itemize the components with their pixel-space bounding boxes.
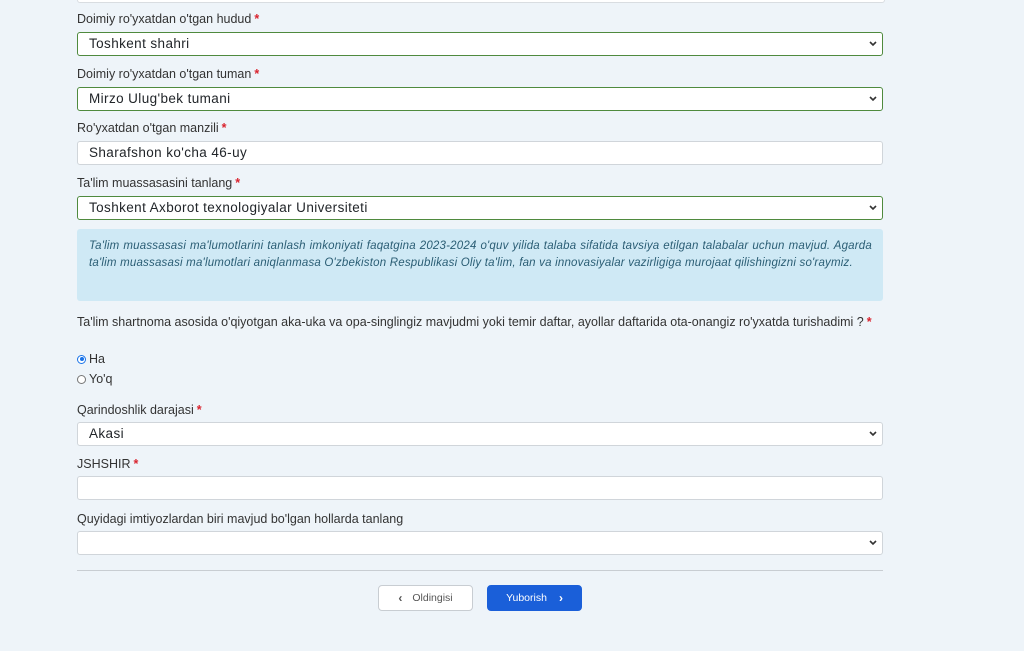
previous-button[interactable]: ‹ Oldingisi	[378, 585, 473, 611]
institution-label: Ta'lim muassasasini tanlang *	[77, 176, 241, 190]
chevron-down-icon	[869, 33, 877, 47]
chevron-right-icon: ›	[558, 591, 563, 605]
radio-option-yes[interactable]: Ha	[77, 352, 105, 366]
district-select[interactable]: Mirzo Ulug'bek tumani	[77, 87, 883, 111]
address-label: Ro'yxatdan o'tgan manzili *	[77, 121, 227, 135]
kinship-label: Qarindoshlik darajasi *	[77, 403, 202, 417]
jshshir-label: JSHSHIR *	[77, 457, 139, 471]
institution-info-alert: Ta'lim muassasasi ma'lumotlarini tanlash…	[77, 229, 883, 301]
region-label: Doimiy ro'yxatdan o'tgan hudud *	[77, 12, 260, 26]
address-input-value: Sharafshon ko'cha 46-uy	[89, 145, 248, 160]
previous-button-label: Oldingisi	[412, 592, 453, 604]
privilege-select[interactable]	[77, 531, 883, 555]
radio-unchecked-icon[interactable]	[77, 374, 86, 384]
institution-select[interactable]: Toshkent Axborot texnologiyalar Universi…	[77, 196, 883, 220]
radio-checked-icon[interactable]	[77, 354, 86, 364]
sibling-question: Ta'lim shartnoma asosida o'qiyotgan aka-…	[77, 315, 872, 329]
chevron-left-icon: ‹	[398, 591, 403, 605]
institution-select-value: Toshkent Axborot texnologiyalar Universi…	[89, 200, 368, 215]
kinship-select[interactable]: Akasi	[77, 422, 883, 446]
previous-field-bottom	[77, 0, 885, 3]
chevron-down-icon	[869, 197, 877, 211]
jshshir-input[interactable]	[77, 476, 883, 500]
submit-button[interactable]: Yuborish ›	[487, 585, 582, 611]
radio-label: Yo'q	[89, 372, 113, 386]
address-input[interactable]: Sharafshon ko'cha 46-uy	[77, 141, 883, 165]
district-label: Doimiy ro'yxatdan o'tgan tuman *	[77, 67, 260, 81]
chevron-down-icon	[869, 88, 877, 102]
region-select[interactable]: Toshkent shahri	[77, 32, 883, 56]
district-select-value: Mirzo Ulug'bek tumani	[89, 91, 231, 106]
radio-option-no[interactable]: Yo'q	[77, 372, 112, 386]
privilege-label: Quyidagi imtiyozlardan biri mavjud bo'lg…	[77, 512, 404, 526]
chevron-down-icon	[869, 423, 877, 437]
kinship-select-value: Akasi	[89, 426, 125, 441]
submit-button-label: Yuborish	[506, 592, 547, 604]
form-divider	[77, 570, 883, 571]
region-select-value: Toshkent shahri	[89, 36, 190, 51]
radio-label: Ha	[89, 352, 105, 366]
chevron-down-icon	[869, 532, 877, 546]
